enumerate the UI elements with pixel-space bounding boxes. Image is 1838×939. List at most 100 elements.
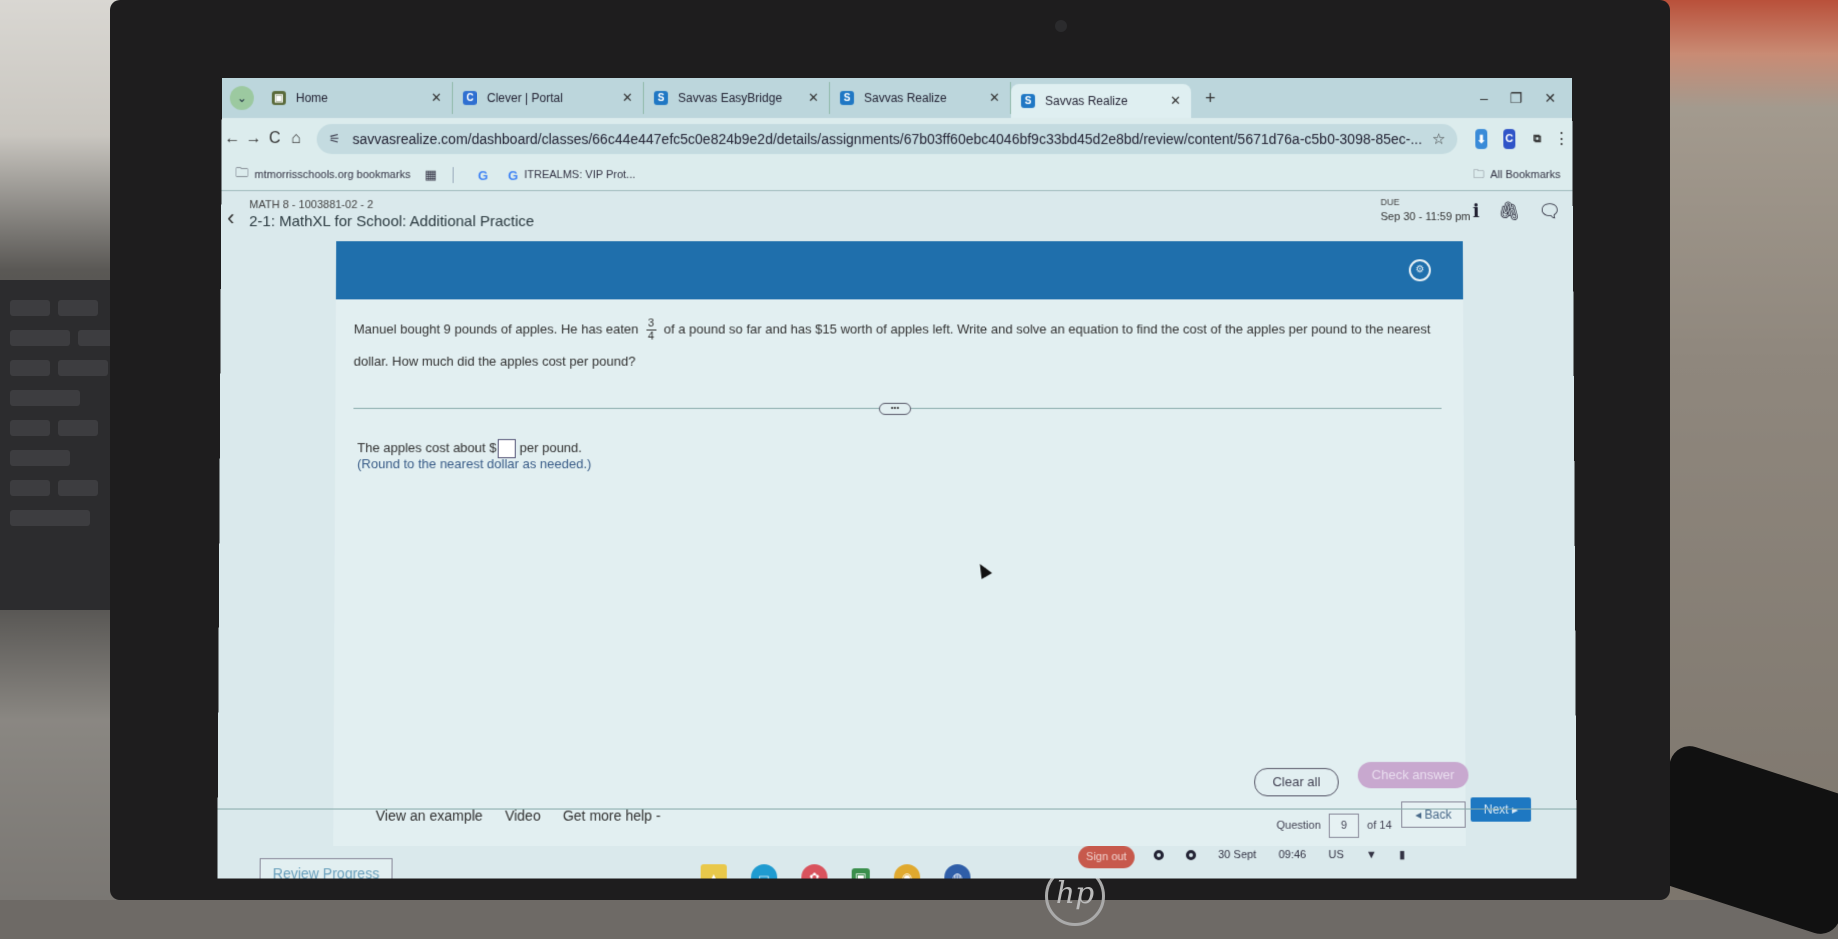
bookmark-apps[interactable]: ▦: [424, 167, 442, 183]
next-button[interactable]: Next ▸: [1470, 797, 1532, 822]
screencast-icon[interactable]: ▭: [750, 864, 778, 879]
tab-title: Clever | Portal: [486, 90, 563, 106]
tab-clever-portal[interactable]: C Clever | Portal ✕: [452, 81, 644, 115]
back-icon[interactable]: ←: [222, 130, 243, 148]
meet-icon[interactable]: ◍: [944, 864, 971, 879]
gear-icon[interactable]: ⚙: [1408, 259, 1431, 282]
view-example-link[interactable]: View an example: [376, 808, 483, 824]
mouse-cursor: [974, 560, 993, 580]
close-window-button[interactable]: ✕: [1544, 89, 1556, 106]
shelf-apps: ▲ ▭ ✿ ▣ ◉ ◍: [700, 864, 971, 879]
close-icon[interactable]: ✕: [989, 90, 1000, 106]
classroom-icon: ▣: [271, 90, 286, 106]
tab-title: Savvas Realize: [863, 90, 947, 106]
fraction: 3 4: [646, 317, 657, 343]
tab-title: Savvas EasyBridge: [677, 90, 783, 106]
extensions-puzzle-icon[interactable]: ⧉: [1531, 129, 1543, 149]
screen-capture-icon[interactable]: [1153, 849, 1164, 860]
bookmark-google[interactable]: G: [478, 168, 494, 183]
assignment-title: 2-1: MathXL for School: Additional Pract…: [249, 213, 535, 231]
google-icon: G: [507, 167, 519, 183]
bookmark-star-icon[interactable]: ☆: [1432, 130, 1446, 148]
sign-out-button[interactable]: Sign out: [1078, 845, 1135, 869]
extension-clever-icon[interactable]: C: [1503, 129, 1516, 150]
new-tab-button[interactable]: +: [1205, 87, 1216, 108]
address-bar[interactable]: ⚟ savvasrealize.com/dashboard/classes/66…: [316, 124, 1458, 155]
close-icon[interactable]: ✕: [431, 90, 442, 106]
tab-title: Savvas Realize: [1045, 93, 1128, 109]
bookmark-label: mtmorrisschools.org bookmarks: [254, 169, 411, 182]
app-red-icon[interactable]: ✿: [801, 864, 828, 879]
minimize-button[interactable]: –: [1480, 89, 1488, 106]
question-navigator: Question 9 of 14: [1276, 813, 1392, 838]
folder-icon: 🗀: [235, 165, 249, 181]
home-icon[interactable]: ⌂: [285, 130, 306, 148]
bookmarks-bar: 🗀 mtmorrisschools.org bookmarks ▦ G G IT…: [221, 160, 1573, 192]
page: ‹ MATH 8 - 1003881-02 - 2 2-1: MathXL fo…: [217, 191, 1577, 879]
bookmark-separator: [452, 167, 454, 184]
all-bookmarks-label: All Bookmarks: [1490, 169, 1561, 182]
comment-icon[interactable]: 🗨: [1538, 201, 1561, 222]
clever-icon: C: [462, 90, 477, 106]
back-chevron-icon[interactable]: ‹: [227, 205, 234, 231]
tab-home[interactable]: ▣ Home ✕: [261, 81, 453, 115]
question-total: of 14: [1367, 819, 1392, 832]
info-icon[interactable]: i: [1473, 201, 1480, 222]
site-settings-icon[interactable]: ⚟: [329, 131, 341, 147]
all-bookmarks-button[interactable]: 🗀 All Bookmarks: [1473, 166, 1560, 185]
apps-grid-icon: ▦: [424, 167, 437, 183]
video-link[interactable]: Video: [505, 808, 541, 824]
close-icon[interactable]: ✕: [1170, 93, 1181, 109]
due-label: DUE: [1380, 197, 1400, 208]
review-progress-button[interactable]: Review Progress: [259, 858, 393, 879]
question-text-part: Manuel bought 9 pounds of apples. He has…: [353, 321, 639, 337]
expand-button[interactable]: •••: [878, 402, 912, 415]
screen: ⌄ ▣ Home ✕ C Clever | Portal ✕ S Savvas …: [217, 78, 1577, 879]
extension-bookmark-icon[interactable]: ⬇: [1475, 129, 1488, 150]
tab-search-button[interactable]: ⌄: [229, 85, 254, 111]
question-number-input[interactable]: 9: [1328, 813, 1360, 838]
answer-prefix: The apples cost about $: [357, 440, 497, 456]
google-classroom-icon[interactable]: ▣: [851, 868, 870, 879]
tab-savvas-easybridge[interactable]: S Savvas EasyBridge ✕: [643, 81, 830, 115]
bookmark-folder-mtmorrisschools[interactable]: 🗀 mtmorrisschools.org bookmarks: [235, 164, 410, 186]
get-more-help-link[interactable]: Get more help -: [563, 808, 661, 824]
chrome-icon[interactable]: ◉: [893, 864, 921, 879]
header-icons: i 🖇 🗨: [1473, 201, 1562, 222]
check-answer-button[interactable]: Check answer: [1357, 761, 1469, 789]
question-label: Question: [1276, 819, 1321, 832]
reload-icon[interactable]: C: [264, 130, 285, 148]
date-text: 30 Sept: [1218, 848, 1257, 861]
system-tray[interactable]: 30 Sept 09:46 US ▼ ▮: [1153, 848, 1406, 862]
assignment-header: ‹ MATH 8 - 1003881-02 - 2 2-1: MathXL fo…: [221, 191, 1573, 235]
question-card: ⚙ Manuel bought 9 pounds of apples. He h…: [333, 241, 1466, 846]
savvas-icon: S: [653, 90, 668, 106]
tab-savvas-realize-active[interactable]: S Savvas Realize ✕: [1011, 83, 1192, 119]
restore-button[interactable]: ❐: [1510, 89, 1523, 106]
due-date: Sep 30 - 11:59 pm: [1380, 211, 1471, 224]
attachment-icon[interactable]: 🖇: [1497, 201, 1520, 222]
chevron-down-icon: ⌄: [236, 90, 247, 106]
browser-menu-icon[interactable]: ⋮: [1551, 129, 1572, 149]
tab-savvas-realize[interactable]: S Savvas Realize ✕: [829, 81, 1012, 115]
bookmark-itrealms[interactable]: G ITREALMS: VIP Prot...: [508, 168, 635, 183]
rounding-hint: (Round to the nearest dollar as needed.): [357, 456, 592, 472]
battery-icon: ▮: [1398, 849, 1406, 862]
question-text: Manuel bought 9 pounds of apples. He has…: [354, 313, 1437, 377]
locale-text: US: [1328, 848, 1344, 861]
close-icon[interactable]: ✕: [622, 90, 633, 106]
close-icon[interactable]: ✕: [808, 90, 819, 106]
back-button[interactable]: ◂ Back: [1401, 801, 1466, 828]
course-name: MATH 8 - 1003881-02 - 2: [249, 199, 374, 212]
forward-icon[interactable]: →: [243, 130, 264, 148]
clear-all-button[interactable]: Clear all: [1254, 768, 1339, 797]
fraction-numerator: 3: [648, 317, 655, 330]
google-icon: G: [477, 167, 488, 183]
wifi-icon: ▼: [1365, 848, 1377, 861]
google-drive-icon[interactable]: ▲: [700, 864, 727, 879]
tab-strip: ⌄ ▣ Home ✕ C Clever | Portal ✕ S Savvas …: [221, 78, 1573, 119]
url-text[interactable]: savvasrealize.com/dashboard/classes/66c4…: [352, 131, 1422, 147]
folder-icon: 🗀: [1473, 168, 1485, 181]
status-icon[interactable]: [1185, 849, 1197, 860]
time-text: 09:46: [1278, 848, 1307, 861]
